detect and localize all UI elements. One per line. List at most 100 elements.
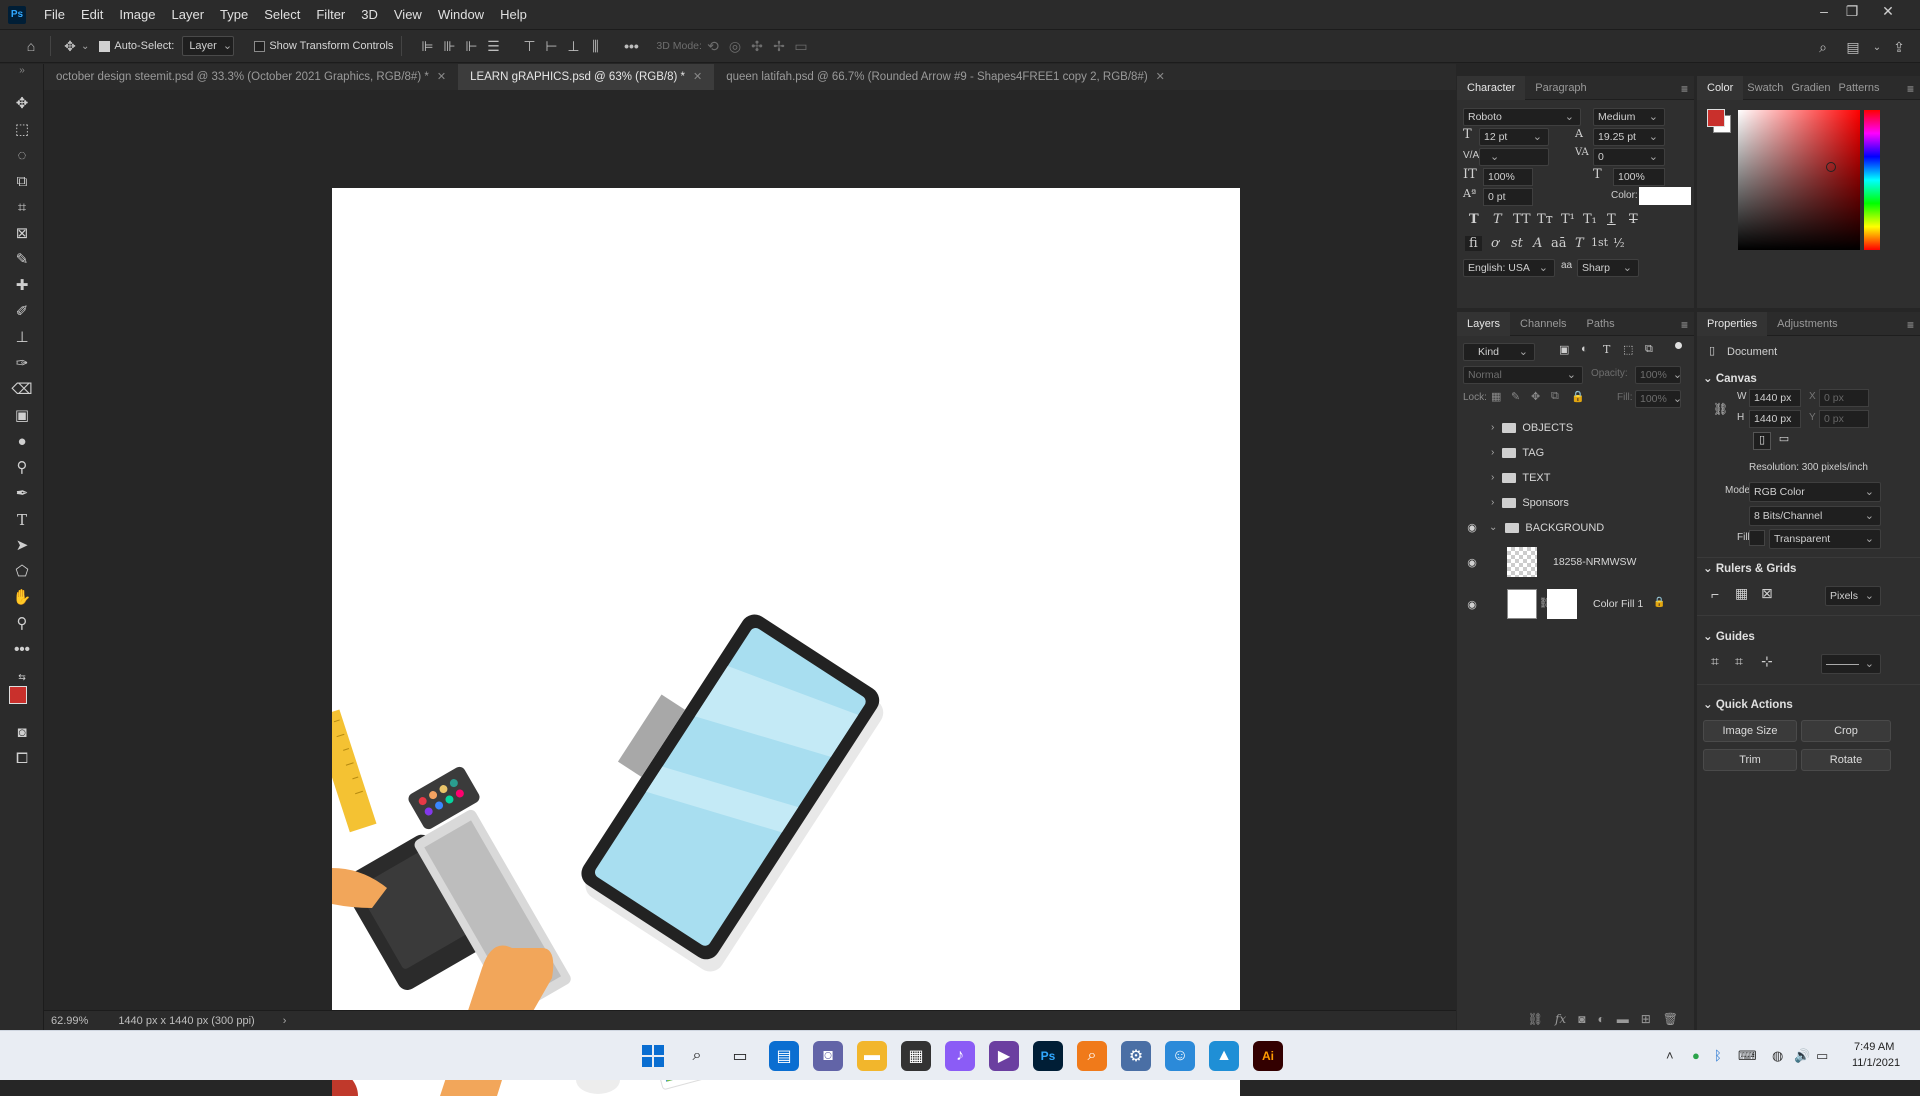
- close-icon[interactable]: ✕: [1874, 0, 1902, 22]
- menu-file[interactable]: File: [36, 0, 73, 29]
- superscript-icon[interactable]: T¹: [1561, 212, 1575, 227]
- volume-icon[interactable]: 🔊: [1794, 1048, 1810, 1064]
- align-top-icon[interactable]: ⊤: [518, 35, 540, 57]
- new-guide-icon[interactable]: ⌗: [1735, 653, 1743, 670]
- eye-icon[interactable]: ◉: [1465, 598, 1479, 611]
- align-bottom-icon[interactable]: ⊥: [562, 35, 584, 57]
- object-select-tool-icon[interactable]: ⧉: [11, 171, 33, 193]
- canvas-fill-dropdown[interactable]: Transparent: [1769, 529, 1881, 549]
- clone-stamp-tool-icon[interactable]: ⊥: [11, 327, 33, 349]
- distribute-icon[interactable]: ☰: [482, 35, 504, 57]
- menu-filter[interactable]: Filter: [308, 0, 353, 29]
- foreground-color-swatch[interactable]: [1707, 109, 1725, 127]
- visibility-toggle[interactable]: ◉: [1465, 496, 1479, 509]
- color-field[interactable]: [1738, 110, 1860, 250]
- link-layers-icon[interactable]: ⛓: [1528, 1012, 1543, 1026]
- crop-button[interactable]: Crop: [1801, 720, 1891, 742]
- lock-artboard-icon[interactable]: ⧉: [1551, 390, 1559, 403]
- zoom-tool-icon[interactable]: ⚲: [11, 613, 33, 635]
- crop-tool-icon[interactable]: ⌗: [11, 197, 33, 219]
- eyedropper-tool-icon[interactable]: ✎: [11, 249, 33, 271]
- show-transform-checkbox[interactable]: [254, 41, 265, 52]
- language-dropdown[interactable]: English: USA: [1463, 259, 1555, 277]
- tab-channels[interactable]: Channels: [1510, 312, 1576, 336]
- titling-alternates-icon[interactable]: aā: [1551, 236, 1567, 251]
- filter-shape-icon[interactable]: ⬚: [1623, 343, 1633, 356]
- panel-menu-icon[interactable]: ≡: [1907, 318, 1914, 332]
- clock-date[interactable]: 11/1/2021: [1852, 1057, 1900, 1069]
- chat-icon[interactable]: ◙: [813, 1041, 843, 1071]
- tab-character[interactable]: Character: [1457, 76, 1525, 100]
- network-icon[interactable]: ◍: [1772, 1048, 1783, 1064]
- fill-swatch[interactable]: [1749, 530, 1765, 546]
- stylistic-alternates-icon[interactable]: A: [1533, 236, 1542, 251]
- more-options-icon[interactable]: •••: [620, 35, 642, 57]
- leading-field[interactable]: 19.25 pt: [1593, 128, 1665, 146]
- bit-depth-dropdown[interactable]: 8 Bits/Channel: [1749, 506, 1881, 526]
- menu-3d[interactable]: 3D: [353, 0, 386, 29]
- tab-properties[interactable]: Properties: [1697, 312, 1767, 336]
- guide-style-dropdown[interactable]: [1821, 654, 1881, 674]
- chevron-up-icon[interactable]: ˄: [1666, 1048, 1674, 1063]
- panel-menu-icon[interactable]: ≡: [1681, 82, 1688, 96]
- filter-smart-object-icon[interactable]: ⧉: [1645, 343, 1653, 356]
- chevron-right-icon[interactable]: ›: [1491, 447, 1494, 458]
- menu-type[interactable]: Type: [212, 0, 256, 29]
- add-mask-icon[interactable]: ◙: [1578, 1012, 1585, 1026]
- healing-brush-tool-icon[interactable]: ✚: [11, 275, 33, 297]
- photoshop-taskbar-icon[interactable]: Ps: [1033, 1041, 1063, 1071]
- hue-slider[interactable]: [1864, 110, 1880, 250]
- settings-icon[interactable]: ⚙: [1121, 1041, 1151, 1071]
- filter-pixel-icon[interactable]: ▣: [1559, 343, 1569, 356]
- align-center-icon[interactable]: ⊪: [438, 35, 460, 57]
- lock-all-icon[interactable]: 🔒: [1571, 390, 1585, 403]
- close-icon[interactable]: ✕: [1156, 64, 1165, 90]
- layer-row[interactable]: ◉ › TAG: [1457, 440, 1675, 465]
- canvas-height-field[interactable]: 1440 px: [1749, 410, 1801, 428]
- layer-row[interactable]: ◉ › TEXT: [1457, 465, 1675, 490]
- eye-icon[interactable]: ◉: [1465, 521, 1479, 534]
- tab-adjustments[interactable]: Adjustments: [1767, 312, 1848, 336]
- faux-bold-icon[interactable]: T: [1469, 212, 1479, 227]
- menu-layer[interactable]: Layer: [164, 0, 213, 29]
- close-icon[interactable]: ✕: [693, 64, 702, 90]
- blur-tool-icon[interactable]: ●: [11, 431, 33, 453]
- align-right-icon[interactable]: ⊩: [460, 35, 482, 57]
- visibility-toggle[interactable]: ◉: [1465, 421, 1479, 434]
- chevron-down-icon[interactable]: ⌄: [1489, 522, 1497, 533]
- canvas-section-title[interactable]: ⌄ Canvas: [1703, 371, 1757, 385]
- search-icon[interactable]: ⌕: [1812, 36, 1834, 58]
- document-workspace[interactable]: [44, 90, 1456, 1010]
- rulers-grids-section-title[interactable]: ⌄ Rulers & Grids: [1703, 561, 1796, 575]
- all-caps-icon[interactable]: TT: [1513, 212, 1531, 227]
- canvas-x-field[interactable]: 0 px: [1819, 389, 1869, 407]
- antialias-dropdown[interactable]: Sharp: [1577, 259, 1639, 277]
- clock-time[interactable]: 7:49 AM: [1854, 1041, 1894, 1053]
- old-style-icon[interactable]: ơ: [1491, 236, 1499, 251]
- people-app-icon[interactable]: ☺: [1165, 1041, 1195, 1071]
- hand-tool-icon[interactable]: ✋: [11, 587, 33, 609]
- eye-icon[interactable]: ◉: [1465, 556, 1479, 569]
- foreground-color-swatch[interactable]: [9, 686, 27, 704]
- tab-paths[interactable]: Paths: [1577, 312, 1625, 336]
- illustrator-taskbar-icon[interactable]: Ai: [1253, 1041, 1283, 1071]
- layer-row[interactable]: ◉ ⛓ Color Fill 1 🔒: [1457, 585, 1675, 623]
- color-picker-handle[interactable]: [1826, 162, 1836, 172]
- distribute-vertical-icon[interactable]: ⫼: [584, 35, 606, 57]
- gradient-tool-icon[interactable]: ▣: [11, 405, 33, 427]
- tray-app-icon[interactable]: ●: [1692, 1048, 1700, 1063]
- share-icon[interactable]: ⇪: [1888, 36, 1910, 58]
- chevron-right-icon[interactable]: ›: [1491, 422, 1494, 433]
- widgets-icon[interactable]: ▤: [769, 1041, 799, 1071]
- chevron-right-icon[interactable]: ›: [1491, 497, 1494, 508]
- type-tool-icon[interactable]: T: [11, 509, 33, 531]
- font-size-field[interactable]: 12 pt: [1479, 128, 1549, 146]
- menu-edit[interactable]: Edit: [73, 0, 111, 29]
- tab-october-design[interactable]: october design steemit.psd @ 33.3% (Octo…: [44, 64, 458, 90]
- layer-style-icon[interactable]: fx: [1555, 1012, 1566, 1026]
- zoom-level[interactable]: 62.99%: [51, 1015, 88, 1027]
- align-left-icon[interactable]: ⊫: [416, 35, 438, 57]
- pen-tool-icon[interactable]: ✒: [11, 483, 33, 505]
- layer-row[interactable]: ◉ › Sponsors: [1457, 490, 1675, 515]
- font-style-dropdown[interactable]: Medium: [1593, 108, 1665, 126]
